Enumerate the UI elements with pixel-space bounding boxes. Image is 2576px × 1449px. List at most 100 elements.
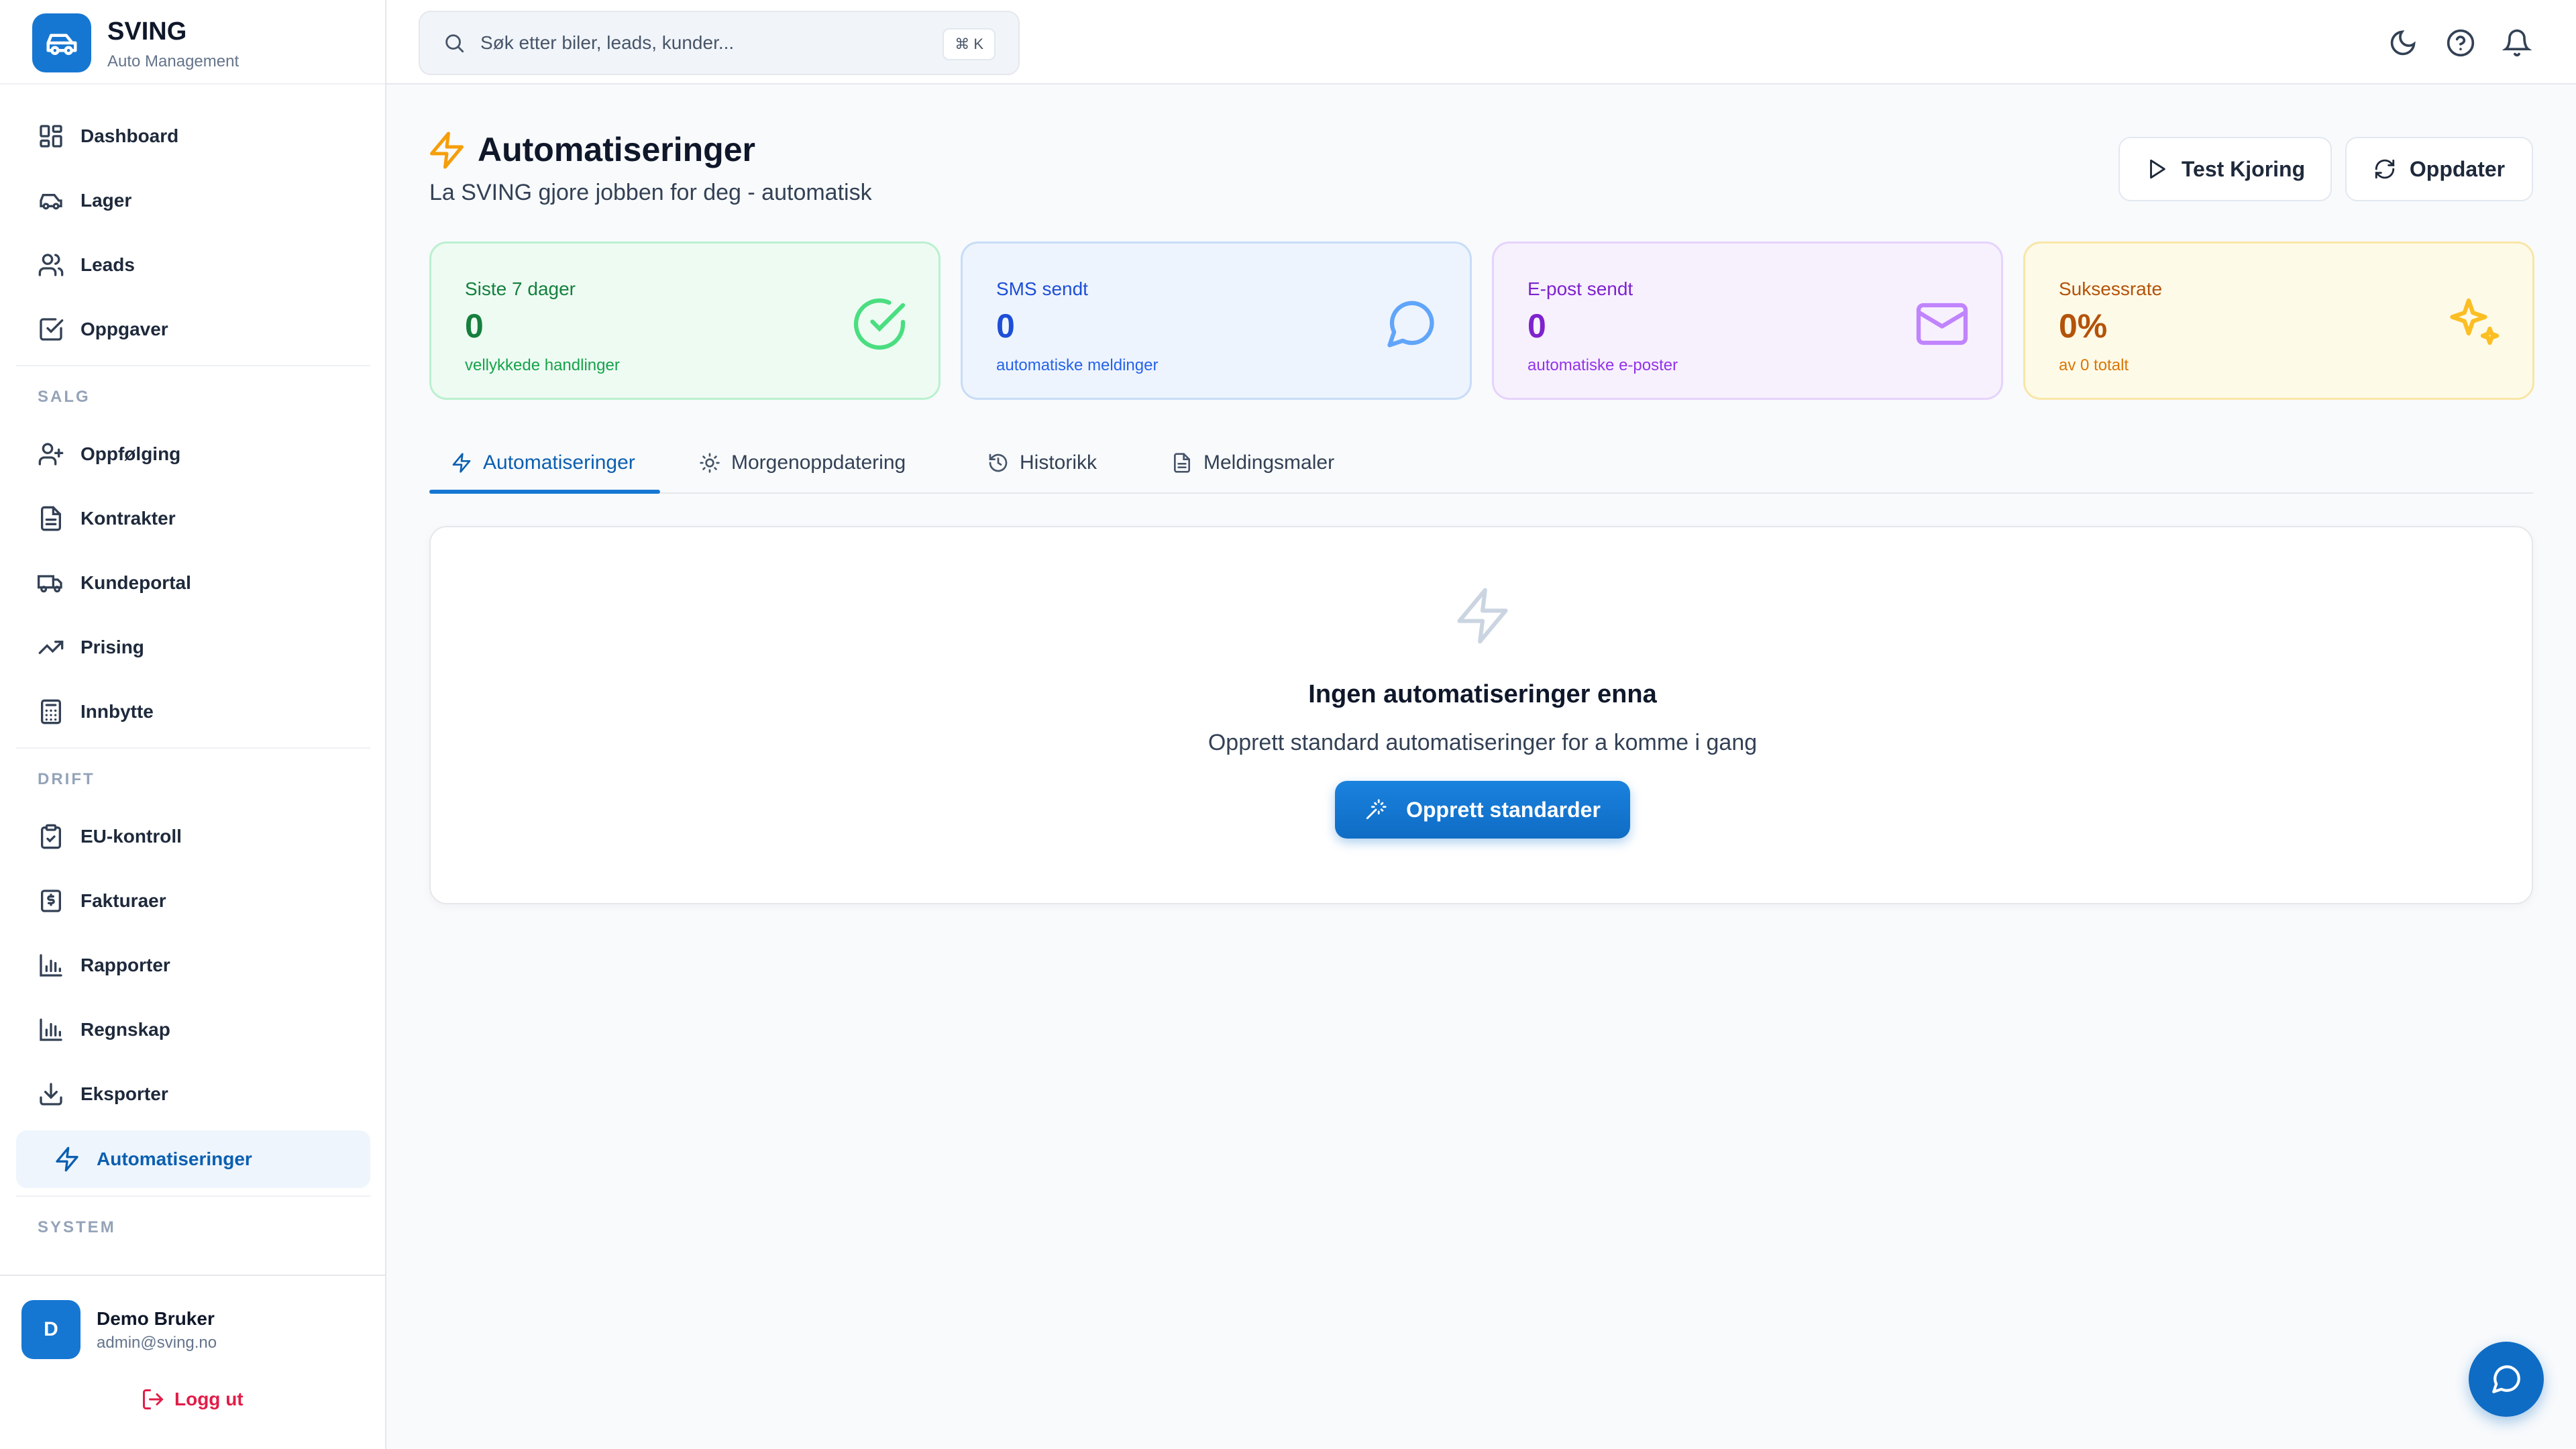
lightning-icon — [452, 453, 471, 473]
stat-value: 0 — [1527, 307, 1546, 345]
sidebar-item-kontrakter[interactable]: Kontrakter — [16, 490, 370, 547]
search-box[interactable]: ⌘ K — [419, 11, 1020, 75]
user-plus-icon — [38, 443, 64, 466]
clipboard-check-icon — [41, 824, 61, 849]
stat-label: Suksessrate — [2059, 278, 2163, 299]
stat-label: E-post sendt — [1527, 278, 1633, 299]
invoice-icon — [41, 890, 61, 912]
check-circle-icon — [853, 298, 906, 350]
stat-value: 0 — [465, 307, 484, 345]
page-title: Automatiseringer — [478, 131, 755, 168]
tab-label: Morgenoppdatering — [731, 451, 906, 474]
bar-chart-icon — [40, 1018, 62, 1041]
sidebar-item-label: Oppfølging — [80, 443, 181, 464]
bar-chart-icon — [40, 954, 62, 977]
empty-state-subtitle: Opprett standard automatiseringer for a … — [1208, 730, 1758, 755]
sidebar-item-label: Eksporter — [80, 1083, 168, 1104]
sidebar-item-eu-kontroll[interactable]: EU-kontroll — [16, 808, 370, 865]
chat-bubble-icon — [2492, 1365, 2520, 1393]
stat-value: 0 — [996, 307, 1015, 345]
help-icon[interactable] — [2446, 28, 2475, 58]
stat-value: 0% — [2059, 307, 2108, 345]
chat-bubble-icon — [1387, 301, 1434, 347]
search-icon — [445, 34, 464, 53]
sidebar-item-oppgaver[interactable]: Oppgaver — [16, 301, 370, 358]
tab-label: Meldingsmaler — [1203, 451, 1335, 474]
stat-label: SMS sendt — [996, 278, 1088, 299]
sidebar-item-label: Dashboard — [80, 125, 179, 146]
mail-icon — [1916, 303, 1968, 345]
refresh-button[interactable]: Oppdater — [2345, 137, 2533, 201]
sidebar-item-label: EU-kontroll — [80, 826, 182, 847]
stat-card-last-7-days: Siste 7 dager 0 vellykkede handlinger — [429, 241, 941, 400]
calculator-icon — [41, 699, 61, 724]
sidebar-item-lager[interactable]: Lager — [16, 172, 370, 229]
sparkles-icon — [2450, 298, 2500, 345]
sidebar-item-innbytte[interactable]: Innbytte — [16, 683, 370, 741]
section-label-system: SYSTEM — [38, 1218, 116, 1236]
avatar[interactable]: D — [21, 1300, 80, 1359]
car-logo-icon[interactable] — [32, 13, 91, 72]
sidebar-item-label: Innbytte — [80, 701, 154, 722]
sidebar-item-regnskap[interactable]: Regnskap — [16, 1001, 370, 1059]
sidebar-item-label: Kundeportal — [80, 572, 191, 593]
section-label-drift: DRIFT — [38, 770, 95, 788]
trending-up-icon — [38, 641, 64, 654]
tab-historikk[interactable]: Historikk — [966, 432, 1118, 494]
search-input[interactable] — [480, 32, 923, 54]
lightning-icon — [56, 1146, 78, 1172]
sun-icon — [700, 453, 720, 473]
user-name: Demo Bruker — [97, 1308, 215, 1329]
sidebar-item-kundeportal[interactable]: Kundeportal — [16, 554, 370, 612]
test-run-label: Test Kjoring — [2181, 156, 2306, 181]
empty-state-card: Ingen automatiseringer enna Opprett stan… — [429, 526, 2533, 904]
sidebar-item-oppfolging[interactable]: Oppfølging — [16, 425, 370, 483]
refresh-label: Oppdater — [2409, 156, 2506, 181]
sidebar-divider — [16, 1195, 370, 1197]
stat-label: Siste 7 dager — [465, 278, 576, 299]
sidebar-item-label: Kontrakter — [80, 508, 176, 529]
tab-label: Historikk — [1020, 451, 1097, 474]
sidebar-item-label: Fakturaer — [80, 890, 166, 911]
dashboard-icon — [40, 125, 62, 148]
logout-label: Logg ut — [174, 1389, 244, 1409]
sidebar-item-fakturaer[interactable]: Fakturaer — [16, 872, 370, 930]
sidebar-item-label: Rapporter — [80, 955, 170, 975]
chat-button[interactable] — [2469, 1342, 2544, 1417]
sidebar-item-rapporter[interactable]: Rapporter — [16, 936, 370, 994]
brand: SVING Auto Management — [0, 0, 385, 85]
tab-meldingsmaler[interactable]: Meldingsmaler — [1150, 432, 1356, 494]
empty-state-title: Ingen automatiseringer enna — [1308, 680, 1657, 708]
sidebar-item-label: Prising — [80, 637, 144, 657]
lightning-icon — [1457, 588, 1508, 644]
create-defaults-button[interactable]: Opprett standarder — [1335, 781, 1630, 839]
sidebar-item-eksporter[interactable]: Eksporter — [16, 1065, 370, 1123]
sidebar-item-prising[interactable]: Prising — [16, 619, 370, 676]
tab-morgenoppdatering[interactable]: Morgenoppdatering — [678, 432, 927, 494]
tab-automatiseringer[interactable]: Automatiseringer — [429, 432, 657, 494]
users-icon — [38, 254, 64, 276]
sidebar-item-dashboard[interactable]: Dashboard — [16, 107, 370, 165]
history-icon — [989, 453, 1008, 472]
sidebar-item-label: Lager — [80, 190, 132, 211]
bell-icon[interactable] — [2502, 28, 2532, 58]
create-defaults-label: Opprett standarder — [1406, 797, 1601, 822]
car-icon — [40, 194, 62, 210]
refresh-icon — [2375, 159, 2395, 179]
sidebar-item-automatiseringer[interactable]: Automatiseringer — [16, 1130, 370, 1188]
stat-caption: vellykkede handlinger — [465, 356, 620, 374]
stat-caption: automatiske meldinger — [996, 356, 1159, 374]
play-icon — [2149, 159, 2165, 179]
stat-caption: automatiske e-poster — [1527, 356, 1678, 374]
magic-wand-icon — [1366, 799, 1387, 820]
tab-label: Automatiseringer — [483, 451, 635, 474]
page-subtitle: La SVING gjore jobben for deg - automati… — [429, 180, 872, 205]
section-label-salg: SALG — [38, 388, 91, 406]
checkbox-icon — [40, 318, 64, 341]
logout-button[interactable]: Logg ut — [141, 1387, 244, 1411]
document-icon — [41, 506, 62, 531]
moon-icon[interactable] — [2388, 28, 2418, 58]
user-panel: D Demo Bruker admin@sving.no Logg ut — [0, 1275, 385, 1449]
sidebar-item-leads[interactable]: Leads — [16, 236, 370, 294]
test-run-button[interactable]: Test Kjoring — [2118, 137, 2332, 201]
